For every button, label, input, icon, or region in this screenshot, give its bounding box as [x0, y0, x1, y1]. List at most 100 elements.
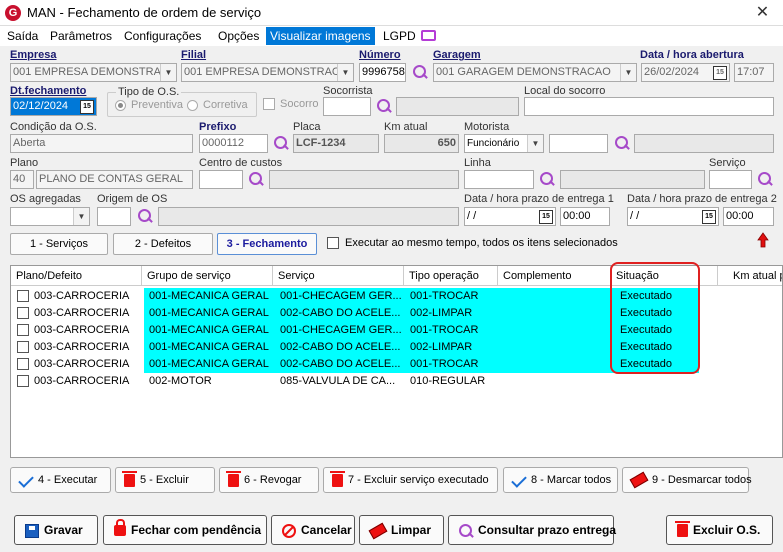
centro-custos-search-icon[interactable] [247, 170, 265, 188]
column-header-km-atual[interactable]: Km atual pl [718, 266, 782, 286]
column-header-complemento[interactable]: Complemento [498, 266, 611, 286]
filial-select[interactable]: 001 EMPRESA DEMONSTRACA ▼ [181, 63, 354, 82]
grupo-cell: 001-MECANICA GERAL [149, 358, 269, 370]
prefixo-input[interactable]: 0000112 [199, 134, 268, 153]
menu-configuracoes[interactable]: Configurações [120, 27, 205, 45]
prazo2-time-input[interactable]: 00:00 [723, 207, 774, 226]
menu-opcoes[interactable]: Opções [214, 27, 263, 45]
executar-button[interactable]: 4 - Executar [10, 467, 111, 493]
servico-input[interactable] [709, 170, 752, 189]
column-header-plano[interactable]: Plano/Defeito [11, 266, 142, 286]
condicao-field: Aberta [10, 134, 193, 153]
consultar-prazo-button[interactable]: Consultar prazo entrega [448, 515, 616, 545]
menu-lgpd[interactable]: LGPD [379, 27, 420, 45]
tab-fechamento[interactable]: 3 - Fechamento [217, 233, 317, 255]
desmarcar-todos-button[interactable]: 9 - Desmarcar todos [622, 467, 752, 493]
dt-fechamento-input[interactable]: 02/12/2024 15 [10, 97, 97, 116]
local-socorro-label: Local do socorro [524, 85, 606, 97]
centro-custos-input[interactable] [199, 170, 243, 189]
revogar-button[interactable]: 6 - Revogar [219, 467, 319, 493]
origem-os-input[interactable] [97, 207, 131, 226]
linha-input[interactable] [464, 170, 534, 189]
column-header-tipo[interactable]: Tipo operação [404, 266, 498, 286]
socorrista-input[interactable] [323, 97, 371, 116]
fechar-pendencia-label: Fechar com pendência [131, 523, 262, 537]
motorista-input[interactable] [549, 134, 608, 153]
local-socorro-input[interactable] [524, 97, 774, 116]
garagem-select[interactable]: 001 GARAGEM DEMONSTRACAO ▼ [433, 63, 637, 82]
menu-visualizar-imagens[interactable]: Visualizar imagens [266, 27, 375, 45]
data-abertura-input[interactable]: 26/02/2024 15 [641, 63, 730, 82]
preventiva-radio[interactable] [115, 100, 126, 111]
row-checkbox[interactable] [17, 375, 29, 387]
row-checkbox[interactable] [17, 341, 29, 353]
garagem-value: 001 GARAGEM DEMONSTRACAO [436, 66, 611, 78]
hora-abertura-input[interactable]: 17:07 [734, 63, 774, 82]
menu-parametros[interactable]: Parâmetros [46, 27, 116, 45]
motorista-label: Motorista [464, 121, 510, 133]
corretiva-radio[interactable] [187, 100, 198, 111]
calendar-icon[interactable]: 15 [539, 210, 553, 224]
prazo1-time-input[interactable]: 00:00 [560, 207, 610, 226]
servico-search-icon[interactable] [756, 170, 774, 188]
arrow-up-icon[interactable] [757, 232, 769, 248]
data-abertura-label: Data / hora abertura [640, 49, 744, 61]
empresa-select[interactable]: 001 EMPRESA DEMONSTRACI ▼ [10, 63, 177, 82]
numero-input[interactable]: 9996758 [359, 63, 406, 82]
marcar-todos-label: 8 - Marcar todos [531, 474, 612, 486]
km-atual-field: 650 [384, 134, 459, 153]
prazo1-date-input[interactable]: / / 15 [464, 207, 556, 226]
executar-todos-checkbox[interactable] [327, 237, 339, 249]
grupo-cell: 001-MECANICA GERAL [149, 307, 269, 319]
prazo2-date-input[interactable]: / / 15 [627, 207, 719, 226]
motorista-search-icon[interactable] [613, 134, 631, 152]
motorista-type-select[interactable]: Funcionário ▼ [464, 134, 544, 153]
socorrista-name-field [396, 97, 519, 116]
excluir-button[interactable]: 5 - Excluir [115, 467, 215, 493]
numero-search-icon[interactable] [411, 63, 429, 81]
socorro-label: Socorro [280, 98, 319, 110]
fechar-pendencia-button[interactable]: Fechar com pendência [103, 515, 267, 545]
tipo-cell: 010-REGULAR [410, 375, 486, 387]
calendar-icon[interactable]: 15 [80, 100, 94, 114]
complemento-cell [501, 373, 611, 390]
origem-os-search-icon[interactable] [136, 207, 154, 225]
excluir-executado-button[interactable]: 7 - Excluir serviço executado [323, 467, 498, 493]
gravar-button[interactable]: Gravar [14, 515, 98, 545]
title-bar: G MAN - Fechamento de ordem de serviço ✕ [0, 0, 783, 26]
prefixo-search-icon[interactable] [272, 134, 290, 152]
table-row[interactable]: 003-CARROCERIA 002-MOTOR 085-VALVULA DE CA… [11, 373, 782, 390]
excluir-os-button[interactable]: Excluir O.S. [666, 515, 773, 545]
socorro-checkbox[interactable] [263, 98, 275, 110]
origem-os-label: Origem de OS [97, 193, 168, 205]
socorrista-label: Socorrista [323, 85, 373, 97]
excluir-label: 5 - Excluir [140, 474, 189, 486]
calendar-icon[interactable]: 15 [702, 210, 716, 224]
grupo-cell: 002-MOTOR [149, 375, 212, 387]
tab-servicos[interactable]: 1 - Serviços [10, 233, 108, 255]
row-checkbox[interactable] [17, 324, 29, 336]
limpar-button[interactable]: Limpar [359, 515, 444, 545]
linha-search-icon[interactable] [538, 170, 556, 188]
column-header-grupo[interactable]: Grupo de serviço [142, 266, 273, 286]
calendar-icon[interactable]: 15 [713, 66, 727, 80]
condicao-label: Condição da O.S. [10, 121, 97, 133]
os-agregadas-select[interactable]: ▼ [10, 207, 90, 226]
socorrista-search-icon[interactable] [375, 97, 393, 115]
row-checkbox[interactable] [17, 290, 29, 302]
tab-defeitos[interactable]: 2 - Defeitos [113, 233, 213, 255]
menu-saida[interactable]: Saída [3, 27, 42, 45]
cancelar-button[interactable]: Cancelar [271, 515, 355, 545]
placa-field: LCF-1234 [293, 134, 379, 153]
column-header-servico[interactable]: Serviço [273, 266, 404, 286]
row-checkbox[interactable] [17, 307, 29, 319]
situacao-cell [617, 373, 697, 390]
close-button[interactable]: ✕ [742, 0, 783, 26]
plano-cell: 003-CARROCERIA [34, 324, 130, 336]
monitor-icon[interactable] [421, 30, 436, 41]
search-icon [459, 523, 473, 538]
plano-label: Plano [10, 157, 39, 169]
row-checkbox[interactable] [17, 358, 29, 370]
marcar-todos-button[interactable]: 8 - Marcar todos [503, 467, 618, 493]
servico-cell: 001-CHECAGEM GER... [280, 290, 402, 302]
